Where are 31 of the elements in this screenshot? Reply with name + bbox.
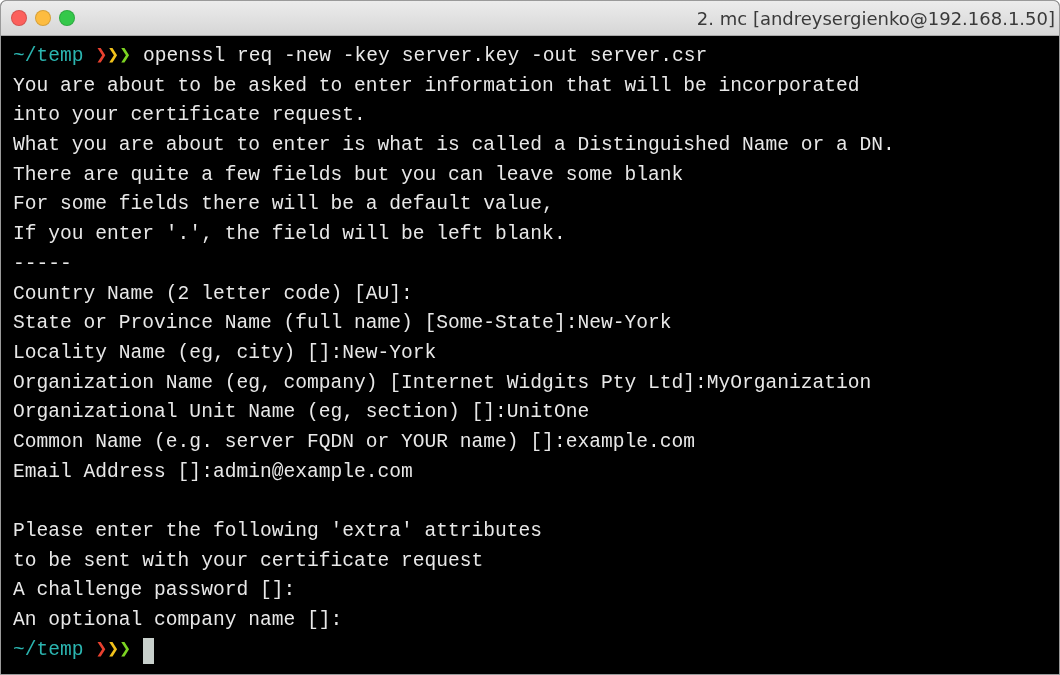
output-line: to be sent with your certificate request — [13, 548, 484, 574]
prompt-arrow: ❯ — [119, 637, 131, 663]
output-line: A challenge password []: — [13, 578, 296, 604]
output-line: State or Province Name (full name) [Some-State]:New-York — [13, 311, 672, 337]
window-title: 2. mc [andreysergienko@192.168.1.50] — [696, 7, 1055, 29]
output-line: An optional company name []: — [13, 608, 343, 634]
output-line: Please enter the following 'extra' attributes — [13, 519, 543, 544]
output-line: Country Name (2 letter code) [AU]: — [13, 281, 413, 307]
command-text: openssl req -new -key server.key -out server.csr — [142, 44, 708, 69]
output-line: Organizational Unit Name (eg, section) []:UnitOne — [13, 400, 590, 426]
prompt-path: ~/temp — [13, 637, 84, 663]
prompt-arrow: ❯ — [95, 44, 108, 69]
output-line: For some fields there will be a default value, — [13, 192, 554, 218]
prompt-arrow: ❯ — [119, 44, 131, 69]
output-line: If you enter '.', the field will be left blank. — [13, 222, 566, 248]
prompt-arrow: ❯ — [95, 637, 108, 663]
zoom-button[interactable] — [59, 10, 75, 26]
prompt-arrow: ❯ — [107, 637, 120, 663]
prompt-arrow: ❯ — [107, 44, 120, 69]
output-line: ----- — [13, 251, 72, 277]
output-line: What you are about to enter is what is called a Distinguished Name or a DN. — [13, 133, 895, 159]
output-line: into your certificate request. — [13, 103, 366, 129]
output-line: Organization Name (eg, company) [Internet Widgits Pty Ltd]:MyOrganization — [13, 370, 872, 396]
close-button[interactable] — [11, 10, 27, 26]
output-line: You are about to be asked to enter information that will be incorporated — [13, 73, 860, 99]
prompt-path: ~/temp — [13, 44, 84, 69]
minimize-button[interactable] — [35, 10, 51, 26]
output-line: There are quite a few fields but you can leave some blank — [13, 162, 684, 188]
output-line: Locality Name (eg, city) []:New-York — [13, 340, 437, 366]
output-line: Email Address []:admin@example.com — [13, 459, 413, 485]
output-line: Common Name (e.g. server FQDN or YOUR name) []:example.com — [13, 429, 695, 455]
